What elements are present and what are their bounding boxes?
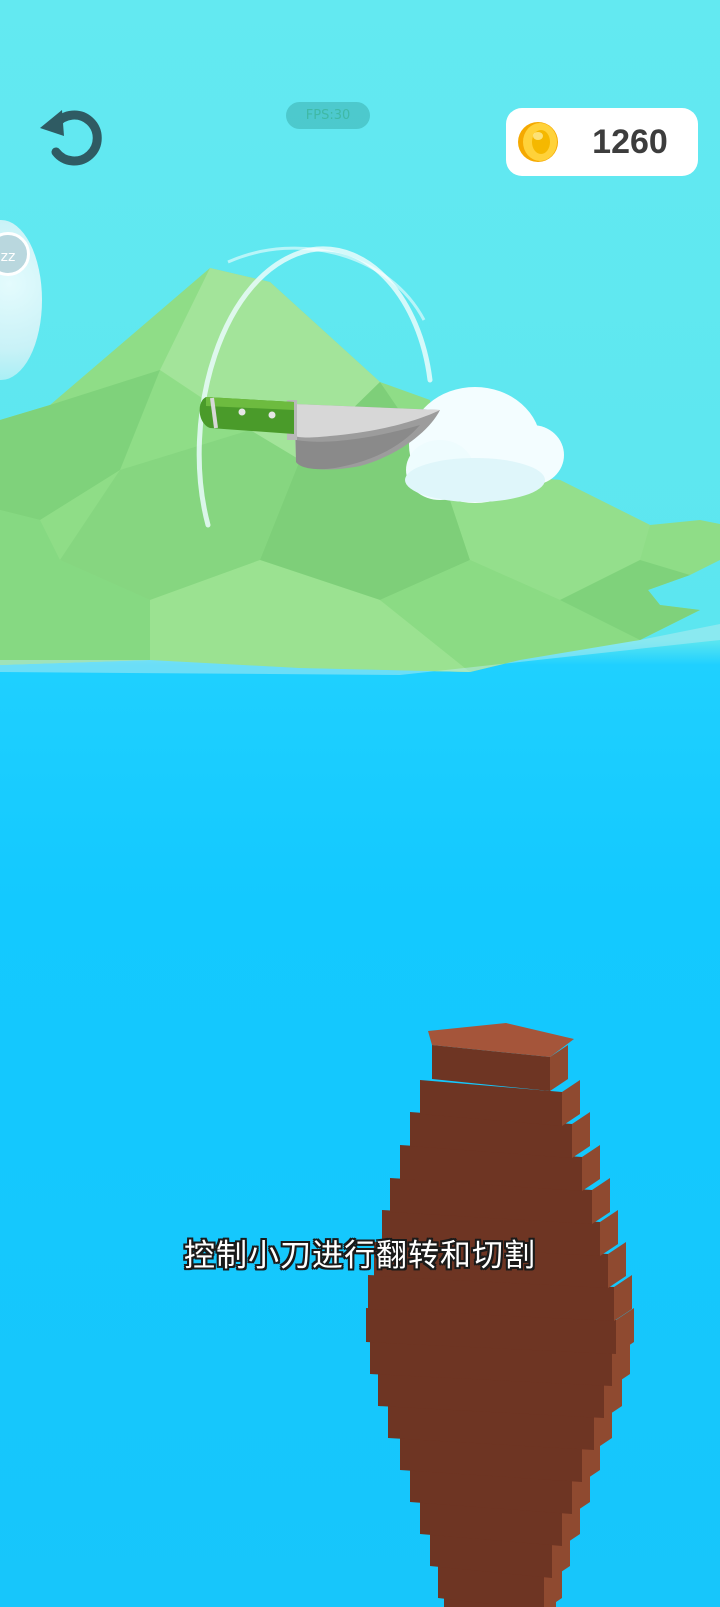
- restart-button[interactable]: [34, 100, 108, 170]
- gold-coin-icon: [518, 122, 558, 162]
- game-scene: [0, 246, 720, 1607]
- island: [0, 268, 720, 675]
- wood-stack: [366, 1023, 634, 1607]
- wood-layer-side: [562, 1080, 580, 1126]
- tutorial-caption: 控制小刀进行翻转和切割: [184, 1238, 536, 1274]
- game-stage[interactable]: zz FPS:30 1260 控制小刀进行翻转和切割: [0, 0, 720, 1607]
- coin-counter: 1260: [506, 108, 698, 176]
- wood-layer-side: [572, 1112, 590, 1158]
- cloud: [405, 387, 564, 503]
- fps-indicator: FPS:30: [286, 102, 370, 129]
- wood-layer-side: [582, 1145, 600, 1191]
- wood-layer-side: [592, 1178, 610, 1224]
- restart-arrow-icon: [40, 110, 102, 166]
- coin-count: 1260: [592, 123, 668, 161]
